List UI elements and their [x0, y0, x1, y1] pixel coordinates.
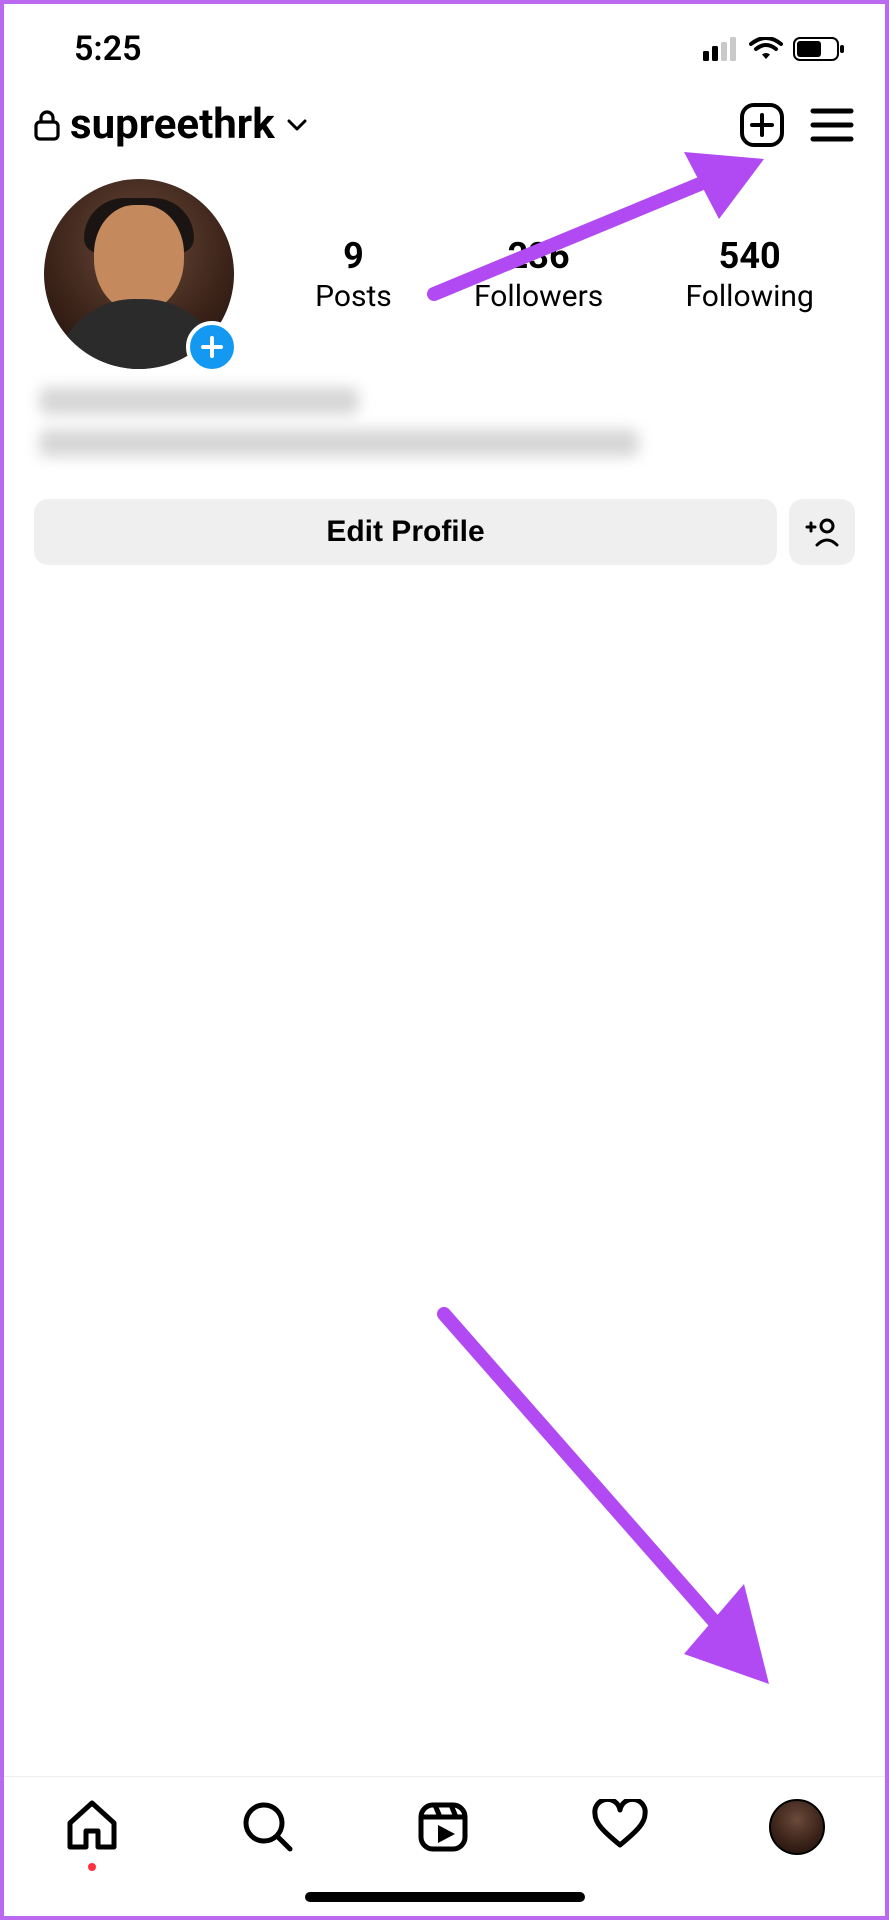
status-bar: 5:25: [4, 4, 885, 84]
battery-icon: [793, 37, 845, 61]
plus-icon: [200, 335, 224, 359]
annotation-arrow-bottom: [434, 1304, 814, 1724]
avatar-wrapper[interactable]: [44, 179, 234, 369]
discover-people-button[interactable]: [789, 499, 855, 565]
nav-home[interactable]: [64, 1799, 120, 1871]
cellular-icon: [703, 37, 739, 61]
nav-activity[interactable]: [591, 1799, 649, 1851]
profile-stats: 9 Posts 236 Followers 540 Following: [274, 235, 855, 314]
notification-dot: [88, 1863, 96, 1871]
status-icons: [703, 37, 845, 61]
chevron-down-icon: [285, 113, 309, 137]
profile-info-row: 9 Posts 236 Followers 540 Following: [4, 159, 885, 369]
bio-line-blurred: [39, 387, 359, 415]
home-indicator: [305, 1892, 585, 1902]
heart-icon: [591, 1799, 649, 1851]
search-icon: [240, 1799, 296, 1855]
profile-actions: Edit Profile: [4, 479, 885, 565]
lock-icon: [34, 109, 60, 141]
profile-thumb-icon: [769, 1799, 825, 1855]
following-label: Following: [685, 279, 813, 314]
followers-count: 236: [508, 235, 570, 277]
wifi-icon: [749, 37, 783, 61]
add-user-icon: [805, 517, 839, 547]
add-story-badge[interactable]: [186, 321, 238, 373]
profile-bio: [4, 369, 885, 479]
username-switcher[interactable]: supreethrk: [34, 100, 309, 149]
bottom-nav: [4, 1776, 885, 1916]
status-time: 5:25: [74, 29, 142, 69]
profile-header: supreethrk: [4, 84, 885, 159]
stat-posts[interactable]: 9 Posts: [315, 235, 392, 314]
stat-followers[interactable]: 236 Followers: [474, 235, 603, 314]
followers-label: Followers: [474, 279, 603, 314]
reels-icon: [415, 1799, 471, 1855]
username-text: supreethrk: [70, 100, 275, 149]
nav-profile[interactable]: [769, 1799, 825, 1855]
home-icon: [64, 1799, 120, 1851]
posts-count: 9: [343, 235, 364, 277]
nav-search[interactable]: [240, 1799, 296, 1855]
edit-profile-button[interactable]: Edit Profile: [34, 499, 777, 565]
header-actions: [739, 102, 855, 148]
nav-reels[interactable]: [415, 1799, 471, 1855]
posts-label: Posts: [315, 279, 392, 314]
hamburger-menu-icon[interactable]: [809, 105, 855, 145]
stat-following[interactable]: 540 Following: [685, 235, 813, 314]
create-post-icon[interactable]: [739, 102, 785, 148]
bio-line-blurred: [39, 429, 639, 457]
following-count: 540: [719, 235, 781, 277]
